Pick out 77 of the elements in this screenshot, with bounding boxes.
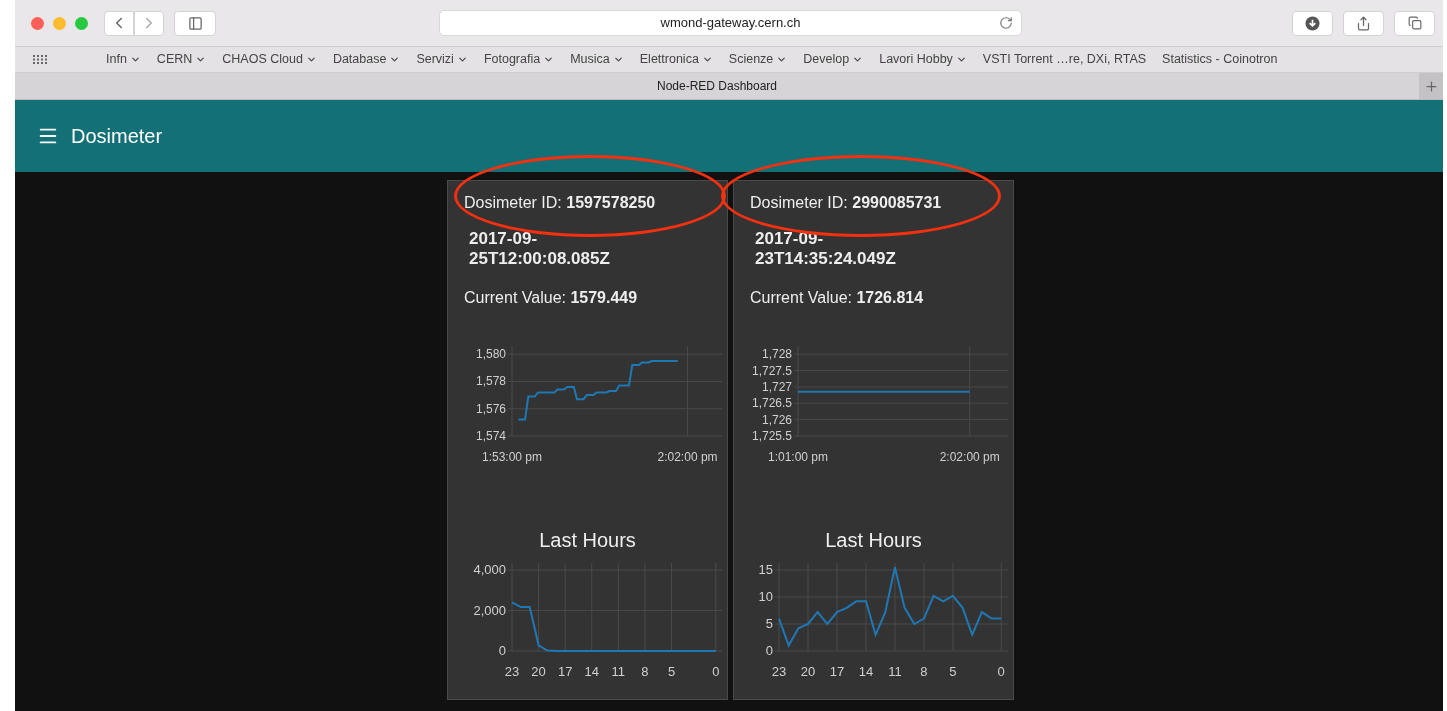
- bookmark-item[interactable]: Statistics - Coinotron: [1162, 50, 1278, 69]
- dosimeter-id: Dosimeter ID: 1597578250: [463, 193, 657, 213]
- axis-label: 1,728: [761, 347, 792, 362]
- address-field[interactable]: wmond-gateway.cern.ch: [439, 10, 1022, 36]
- back-button[interactable]: [104, 10, 134, 36]
- bookmark-item[interactable]: Elettronica: [639, 50, 713, 69]
- bookmark-item[interactable]: VSTI Torrent …re, DXi, RTAS: [982, 50, 1147, 69]
- dosimeter-id: Dosimeter ID: 2990085731: [749, 193, 943, 213]
- axis-label: 2,000: [473, 602, 506, 618]
- axis-label: 5: [667, 664, 676, 679]
- current-value: Current Value: 1579.449: [463, 288, 639, 308]
- new-tab-button[interactable]: [1419, 73, 1443, 99]
- axis-label: 11: [611, 664, 626, 679]
- chart-title: Last Hours: [538, 528, 637, 553]
- axis-label: 1,576: [475, 401, 506, 416]
- axis-label: 1:01:00 pm: [768, 450, 828, 464]
- plus-icon: [1423, 78, 1439, 94]
- axis-label: 15: [758, 562, 773, 577]
- axis-label: 1,727.5: [751, 363, 792, 378]
- axis-label: 5: [765, 616, 773, 631]
- axis-label: 14: [584, 664, 599, 679]
- axis-label: 1,726.5: [751, 396, 792, 411]
- axis-label: 0: [997, 664, 1005, 679]
- share-button[interactable]: [1343, 10, 1384, 36]
- axis-label: 20: [531, 664, 546, 679]
- axis-label: 23: [771, 664, 787, 679]
- axis-label: 5: [949, 664, 957, 679]
- download-button[interactable]: [1292, 10, 1333, 36]
- axis-label: 20: [800, 664, 816, 679]
- axis-label: 1,574: [475, 429, 506, 443]
- url-text: wmond-gateway.cern.ch: [660, 14, 801, 33]
- axis-label: 1,725.5: [751, 429, 792, 443]
- bookmark-item[interactable]: Fotografia: [483, 50, 555, 69]
- axis-label: 14: [858, 664, 874, 679]
- bookmark-item[interactable]: Lavori Hobby: [879, 50, 967, 69]
- axis-label: 17: [557, 664, 573, 679]
- axis-label: 1,580: [475, 347, 506, 362]
- close-window-button[interactable]: [31, 16, 44, 30]
- axis-label: 2:02:00 pm: [657, 450, 718, 464]
- tab-title[interactable]: Node-RED Dashboard: [15, 77, 1419, 95]
- forward-button[interactable]: [134, 10, 164, 36]
- bookmark-item[interactable]: Database: [332, 50, 401, 69]
- bookmark-item[interactable]: Servizi: [416, 50, 468, 69]
- axis-label: 2:02:00 pm: [939, 450, 1000, 464]
- axis-label: 10: [758, 589, 773, 604]
- tabs-icon: [1407, 16, 1422, 30]
- axis-label: 1,726: [761, 412, 792, 427]
- axis-label: 17: [829, 664, 845, 679]
- share-icon: [1356, 15, 1371, 31]
- timestamp: 2017-09-25T12:00:08.085Z: [469, 229, 611, 269]
- axis-label: 11: [888, 664, 902, 679]
- bookmark-item[interactable]: Musica: [570, 50, 624, 69]
- axis-label: 4,000: [473, 562, 506, 578]
- header-title: Dosimeter: [71, 124, 163, 149]
- axis-label: 1,727: [761, 379, 792, 394]
- sidebar-button[interactable]: [174, 10, 216, 36]
- chart-title: Last Hours: [824, 528, 923, 553]
- axis-label: 0: [765, 643, 773, 658]
- axis-label: 8: [920, 664, 928, 679]
- reload-icon[interactable]: [999, 16, 1013, 30]
- axis-label: 23: [504, 664, 520, 679]
- sidebar-icon: [187, 15, 203, 31]
- maximize-window-button[interactable]: [75, 16, 88, 30]
- grid-icon[interactable]: [33, 55, 47, 64]
- bookmark-item[interactable]: Scienze: [728, 50, 788, 69]
- bookmark-item[interactable]: CHAOS Cloud: [222, 50, 317, 69]
- axis-label: 1,578: [475, 374, 506, 389]
- bookmark-item[interactable]: Develop: [803, 50, 864, 69]
- axis-label: 0: [712, 664, 720, 679]
- download-icon: [1305, 15, 1320, 31]
- axis-label: 0: [498, 643, 506, 658]
- axis-label: 8: [641, 664, 649, 679]
- tabs-button[interactable]: [1394, 10, 1435, 36]
- bookmark-item[interactable]: CERN: [156, 50, 207, 69]
- axis-label: 1:53:00 pm: [482, 450, 542, 464]
- bookmark-item[interactable]: Infn: [106, 50, 141, 69]
- current-value: Current Value: 1726.814: [749, 288, 925, 308]
